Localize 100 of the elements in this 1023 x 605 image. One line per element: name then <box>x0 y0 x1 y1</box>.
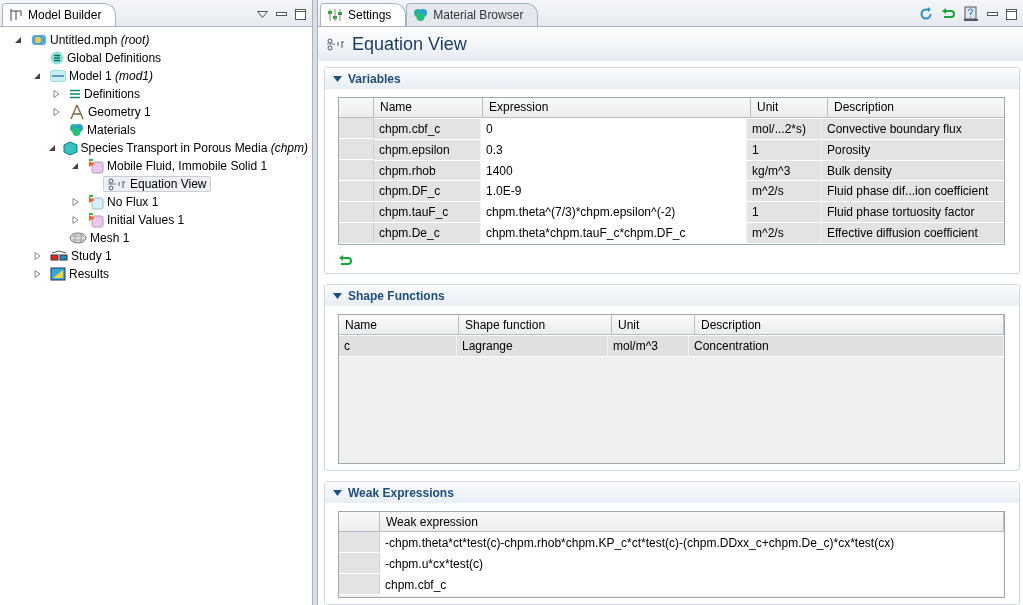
refresh-icon[interactable] <box>919 7 933 21</box>
table-cell: chpm.rhob <box>374 160 481 181</box>
table-cell[interactable]: 0 <box>481 118 747 139</box>
panel-tab[interactable]: Material Browser <box>406 3 539 26</box>
table-cell: Effective diffusion coefficient <box>822 223 1004 243</box>
table-cell[interactable]: 0.3 <box>481 139 747 160</box>
tree-item[interactable]: Mobile Fluid, Immobile Solid 1 <box>84 157 272 175</box>
column-header[interactable]: Expression <box>483 98 751 118</box>
cube-icon <box>62 140 78 156</box>
table-cell: kg/m^3 <box>747 160 822 181</box>
table-cell[interactable]: 1400 <box>481 160 747 181</box>
table-cell[interactable]: chpm.theta^(7/3)*chpm.epsilon^(-2) <box>481 202 747 223</box>
model-icon <box>50 70 66 82</box>
table-cell: Porosity <box>822 139 1004 160</box>
table-cell: Fluid phase tortuosity factor <box>822 202 1004 223</box>
collapsed-arrow-icon[interactable] <box>51 108 60 116</box>
materials-icon <box>69 123 84 137</box>
table-cell[interactable]: -chpm.theta*ct*test(c)-chpm.rhob*chpm.KP_c*ct*test(c)-(chpm.DDxx_c+chpm.De_c)*cx*test(cx) <box>380 533 1004 553</box>
tree-item[interactable]: Species Transport in Porous Media (chpm) <box>58 139 312 157</box>
tree-item[interactable]: Definitions <box>65 86 145 102</box>
glasses-icon <box>50 250 68 262</box>
maximize-icon[interactable] <box>1006 8 1017 20</box>
domain-icon <box>88 158 104 174</box>
minimize-icon[interactable] <box>987 11 998 17</box>
tree-item[interactable]: Model 1 (mod1) <box>46 68 158 84</box>
tree-icon <box>9 8 23 22</box>
collapse-arrow-icon <box>333 292 342 299</box>
boundary-icon <box>88 194 104 210</box>
row-header-cell[interactable] <box>339 139 374 159</box>
row-header-cell[interactable] <box>339 181 374 201</box>
table-cell: chpm.cbf_c <box>374 118 481 139</box>
tree-item[interactable]: Equation View <box>103 176 211 192</box>
tree-item[interactable]: Materials <box>65 122 140 138</box>
table-cell: m^2/s <box>747 181 822 202</box>
maximize-icon[interactable] <box>295 8 306 20</box>
table-cell: Fluid phase dif...ion coefficient <box>822 181 1004 202</box>
collapsed-arrow-icon[interactable] <box>32 270 41 278</box>
mesh-icon <box>69 232 87 244</box>
table-cell: mol/...2*s) <box>747 118 822 139</box>
collapsed-arrow-icon[interactable] <box>70 198 79 206</box>
equation-icon <box>107 177 127 191</box>
table-cell[interactable]: chpm.theta*chpm.tauF_c*chpm.DF_c <box>481 223 747 243</box>
row-header-cell[interactable] <box>339 574 380 594</box>
collapse-arrow-icon <box>333 75 342 82</box>
collapsed-arrow-icon[interactable] <box>32 252 41 260</box>
expanded-arrow-icon[interactable] <box>70 162 79 170</box>
sliders-icon <box>327 8 343 22</box>
tree-item[interactable]: Geometry 1 <box>65 103 155 121</box>
table-cell[interactable]: chpm.cbf_c <box>380 575 1004 595</box>
domain-icon <box>88 212 104 228</box>
compass-icon <box>69 104 85 120</box>
table-cell[interactable]: -chpm.u*cx*test(c) <box>380 554 1004 574</box>
column-header[interactable]: Unit <box>751 98 828 118</box>
column-header[interactable]: Description <box>695 315 1004 335</box>
undo-icon[interactable] <box>338 255 352 267</box>
tree-item[interactable]: Global Definitions <box>46 50 166 66</box>
tree-item[interactable]: Initial Values 1 <box>84 211 189 229</box>
view-menu-icon[interactable] <box>257 10 268 18</box>
tree-item[interactable]: Study 1 <box>46 248 116 264</box>
undo-icon[interactable] <box>941 8 955 20</box>
table-cell: m^2/s <box>747 223 822 243</box>
row-header-cell[interactable] <box>339 160 374 180</box>
row-header-cell[interactable] <box>339 223 374 243</box>
tree-item[interactable]: Mesh 1 <box>65 230 134 246</box>
collapsed-arrow-icon[interactable] <box>70 216 79 224</box>
expanded-arrow-icon[interactable] <box>48 144 57 152</box>
list-icon <box>50 51 64 65</box>
expanded-arrow-icon[interactable] <box>13 36 22 44</box>
settings-title: Equation View <box>352 33 467 55</box>
table-cell: Bulk density <box>822 160 1004 181</box>
panel-tab[interactable]: Model Builder <box>2 3 117 26</box>
row-header-cell[interactable] <box>339 532 380 552</box>
section-header[interactable]: Variables <box>325 68 1019 89</box>
table-cell: 1 <box>747 202 822 223</box>
tree-item[interactable]: Results <box>46 266 113 282</box>
materials-icon <box>413 8 429 22</box>
column-header[interactable]: Weak expression <box>380 512 1004 532</box>
column-header[interactable]: Shape function <box>459 315 612 335</box>
collapsed-arrow-icon[interactable] <box>51 90 60 98</box>
row-header-cell[interactable] <box>339 553 380 573</box>
table-cell: Convective boundary flux <box>822 118 1004 139</box>
help-book-icon[interactable] <box>963 6 979 22</box>
tree-item[interactable]: No Flux 1 <box>84 193 163 211</box>
column-header[interactable]: Name <box>339 315 459 335</box>
expanded-arrow-icon[interactable] <box>32 72 41 80</box>
tree-item[interactable]: Untitled.mph (root) <box>27 32 154 48</box>
column-header[interactable]: Unit <box>612 315 695 335</box>
row-header-cell[interactable] <box>339 202 374 222</box>
table-cell: chpm.tauF_c <box>374 202 481 223</box>
panel-tab[interactable]: Settings <box>320 3 407 26</box>
minimize-icon[interactable] <box>276 11 287 17</box>
column-header[interactable]: Name <box>374 98 483 118</box>
table-cell: chpm.De_c <box>374 223 481 243</box>
section-header[interactable]: Shape Functions <box>325 285 1019 306</box>
table-cell[interactable]: 1.0E-9 <box>481 181 747 202</box>
row-header-cell[interactable] <box>339 118 374 138</box>
table-cell: 1 <box>747 139 822 160</box>
corner-header-cell <box>339 98 374 118</box>
column-header[interactable]: Description <box>828 98 1004 118</box>
section-header[interactable]: Weak Expressions <box>325 482 1019 503</box>
